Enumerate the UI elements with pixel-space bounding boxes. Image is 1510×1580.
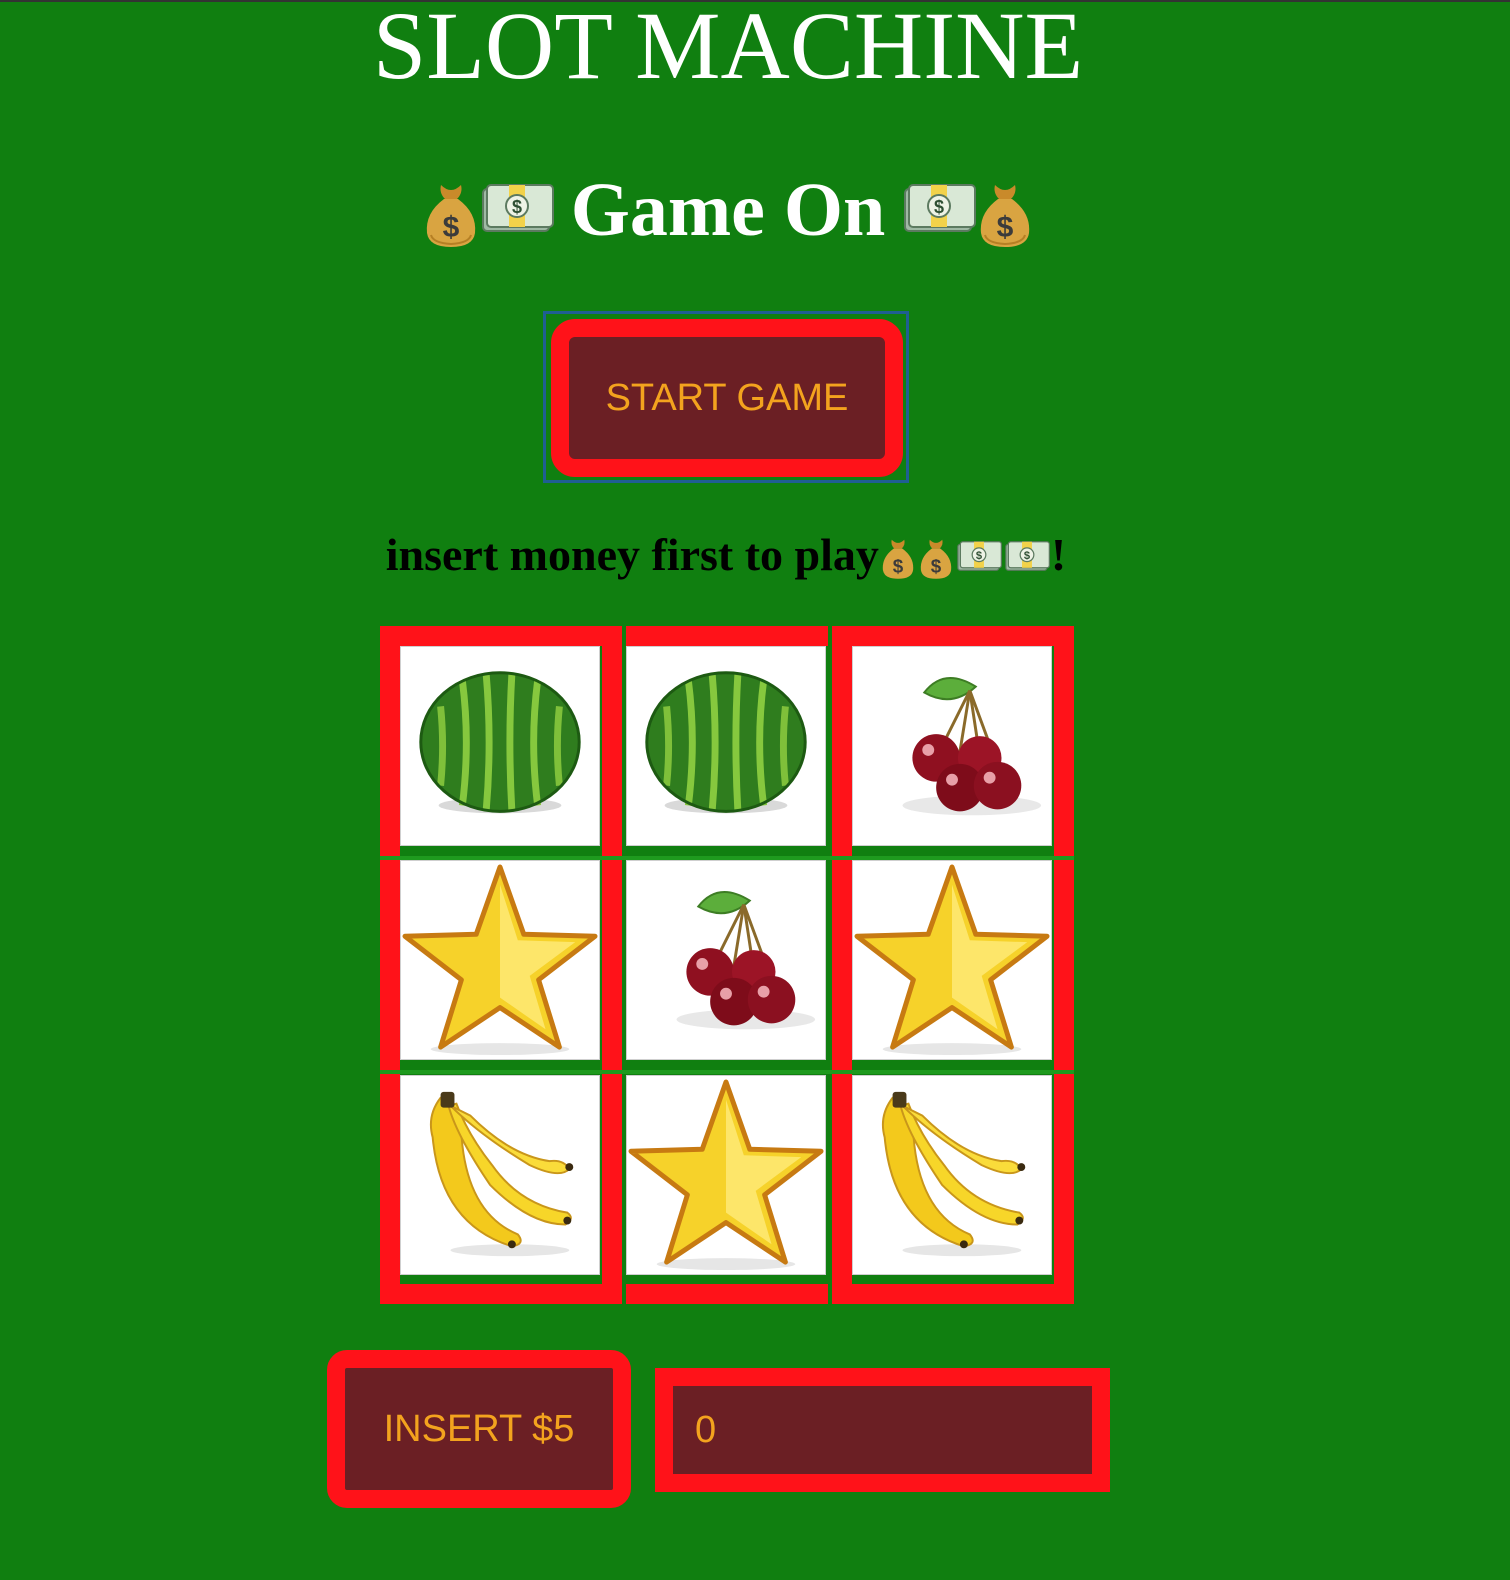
page-title: SLOT MACHINE bbox=[372, 0, 1084, 99]
svg-text:$: $ bbox=[931, 555, 942, 576]
slot-cell-star bbox=[400, 860, 600, 1060]
instruction-exclamation: ! bbox=[1050, 529, 1067, 580]
slot-cell-star bbox=[626, 1075, 826, 1275]
svg-text:$: $ bbox=[997, 211, 1014, 244]
svg-text:$: $ bbox=[934, 197, 944, 217]
svg-text:$: $ bbox=[512, 197, 522, 217]
money-bag-icon: $ bbox=[917, 535, 955, 579]
slot-cell-banana bbox=[852, 1075, 1052, 1275]
slot-cell-star bbox=[852, 860, 1052, 1060]
svg-text:$: $ bbox=[893, 555, 904, 576]
svg-text:$: $ bbox=[442, 211, 459, 244]
dollar-banknote-icon: $ bbox=[479, 167, 555, 232]
slot-cell-banana bbox=[400, 1075, 600, 1275]
insert-money-button[interactable]: INSERT $5 bbox=[327, 1350, 631, 1508]
dollar-banknote-icon: $ bbox=[1003, 529, 1051, 571]
svg-text:$: $ bbox=[1024, 550, 1031, 562]
instruction-text: insert money first to play bbox=[385, 529, 879, 580]
dollar-banknote-icon: $ bbox=[955, 529, 1003, 571]
instruction-message: insert money first to play $ $ $ $ ! bbox=[0, 525, 1452, 585]
slot-cell-cherries bbox=[626, 860, 826, 1060]
money-bag-icon: $ bbox=[423, 179, 479, 249]
slot-cell-watermelon bbox=[626, 646, 826, 846]
svg-text:$: $ bbox=[976, 550, 983, 562]
game-status-heading: $ $ Game On $ $ bbox=[0, 165, 1456, 255]
balance-display: 0 bbox=[655, 1368, 1110, 1492]
subtitle-text: Game On bbox=[570, 168, 886, 252]
money-bag-icon: $ bbox=[977, 179, 1033, 249]
start-game-button[interactable]: START GAME bbox=[551, 319, 903, 477]
money-bag-icon: $ bbox=[879, 535, 917, 579]
dollar-banknote-icon: $ bbox=[901, 167, 977, 232]
slot-cell-cherries bbox=[852, 646, 1052, 846]
slot-cell-watermelon bbox=[400, 646, 600, 846]
row-divider bbox=[380, 1070, 1074, 1074]
